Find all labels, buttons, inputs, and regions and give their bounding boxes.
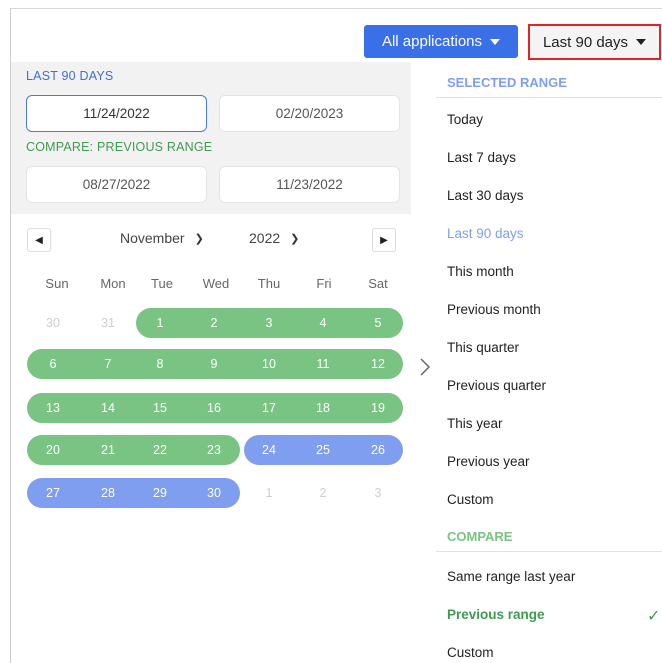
preset-last-90-days[interactable]: Last 90 days	[447, 226, 524, 241]
calendar-day[interactable]: 17	[241, 393, 297, 423]
preset-this-quarter[interactable]: This quarter	[447, 340, 519, 355]
calendar-day[interactable]: 3	[241, 308, 297, 338]
range-start-input[interactable]: 11/24/2022	[26, 95, 207, 132]
calendar-day[interactable]: 14	[80, 393, 136, 423]
all-applications-label: All applications	[381, 33, 483, 50]
date-range-label: Last 90 days	[542, 33, 629, 51]
range-title: LAST 90 DAYS	[26, 69, 114, 83]
preset-this-month[interactable]: This month	[447, 264, 514, 279]
calendar-day[interactable]: 18	[295, 393, 351, 423]
preset-previous-year[interactable]: Previous year	[447, 454, 530, 469]
caret-down-icon	[490, 38, 501, 45]
compare-start-input[interactable]: 08/27/2022	[26, 166, 207, 203]
prev-month-button[interactable]: ◀	[27, 228, 51, 252]
calendar-day[interactable]: 8	[132, 349, 188, 379]
caret-down-icon	[636, 39, 647, 45]
calendar-day[interactable]: 1	[132, 308, 188, 338]
weekday-label: Thu	[257, 276, 281, 291]
calendar-day[interactable]: 30	[25, 308, 81, 338]
preset-previous-quarter[interactable]: Previous quarter	[447, 378, 546, 393]
chevron-down-icon: ❯	[194, 232, 204, 245]
calendar-day[interactable]: 3	[350, 478, 406, 508]
compare-custom[interactable]: Custom	[447, 645, 494, 660]
preset-this-year[interactable]: This year	[447, 416, 503, 431]
month-select[interactable]: November ❯	[120, 230, 204, 246]
divider	[436, 551, 662, 552]
preset-previous-month[interactable]: Previous month	[447, 302, 541, 317]
calendar-day[interactable]: 31	[80, 308, 136, 338]
year-value: 2022	[249, 230, 281, 246]
compare-end-input[interactable]: 11/23/2022	[219, 166, 400, 203]
range-inputs-panel: LAST 90 DAYS 11/24/2022 02/20/2023 COMPA…	[11, 62, 411, 214]
preset-today[interactable]: Today	[447, 112, 483, 127]
calendar-day[interactable]: 11	[295, 349, 351, 379]
calendar-day[interactable]: 5	[350, 308, 406, 338]
preset-menu: SELECTED RANGE Today Last 7 days Last 30…	[436, 62, 662, 663]
compare-same-range-last-year[interactable]: Same range last year	[447, 569, 575, 584]
calendar-day[interactable]: 28	[80, 478, 136, 508]
calendar-day[interactable]: 2	[295, 478, 351, 508]
preset-last-30-days[interactable]: Last 30 days	[447, 188, 524, 203]
calendar-day[interactable]: 6	[25, 349, 81, 379]
prev-arrow-icon: ◀	[35, 234, 43, 246]
preset-custom[interactable]: Custom	[447, 492, 494, 507]
chevron-down-icon: ❯	[290, 232, 300, 245]
calendar-day[interactable]: 21	[80, 435, 136, 465]
calendar-day[interactable]: 16	[186, 393, 242, 423]
compare-heading: COMPARE	[447, 529, 513, 544]
weekday-label: Fri	[316, 276, 332, 291]
calendar-day[interactable]: 10	[241, 349, 297, 379]
weekday-label: Mon	[100, 276, 126, 291]
compare-title: COMPARE: PREVIOUS RANGE	[26, 140, 213, 154]
preset-last-7-days[interactable]: Last 7 days	[447, 150, 516, 165]
calendar-day[interactable]: 9	[186, 349, 242, 379]
calendar-day[interactable]: 29	[132, 478, 188, 508]
checkmark-icon: ✓	[647, 608, 661, 625]
calendar-day[interactable]: 23	[186, 435, 242, 465]
month-value: November	[120, 230, 185, 246]
calendar-day[interactable]: 4	[295, 308, 351, 338]
weekday-label: Sat	[368, 276, 388, 291]
calendar-day[interactable]: 15	[132, 393, 188, 423]
calendar-day[interactable]: 30	[186, 478, 242, 508]
next-month-button[interactable]: ▶	[372, 228, 396, 252]
next-arrow-icon: ▶	[380, 234, 388, 246]
year-select[interactable]: 2022 ❯	[249, 230, 299, 246]
date-range-dropdown[interactable]: Last 90 days	[528, 24, 661, 60]
calendar-day[interactable]: 12	[350, 349, 406, 379]
panel-top-border	[10, 8, 662, 9]
calendar-day[interactable]: 22	[132, 435, 188, 465]
calendar-day[interactable]: 20	[25, 435, 81, 465]
all-applications-dropdown[interactable]: All applications	[364, 25, 518, 58]
calendar-navigation: ◀ November ❯ 2022 ❯ ▶	[27, 225, 401, 255]
compare-previous-range[interactable]: Previous range	[447, 607, 545, 622]
chevron-right-icon[interactable]	[418, 357, 432, 377]
selected-range-heading: SELECTED RANGE	[447, 75, 567, 90]
divider	[436, 97, 662, 98]
calendar-day[interactable]: 25	[295, 435, 351, 465]
calendar-day[interactable]: 19	[350, 393, 406, 423]
weekday-label: Sun	[45, 276, 69, 291]
calendar-day[interactable]: 1	[241, 478, 297, 508]
calendar-day[interactable]: 27	[25, 478, 81, 508]
calendar-day[interactable]: 13	[25, 393, 81, 423]
calendar-day[interactable]: 26	[350, 435, 406, 465]
calendar-day[interactable]: 7	[80, 349, 136, 379]
calendar-day[interactable]: 2	[186, 308, 242, 338]
calendar-day[interactable]: 24	[241, 435, 297, 465]
weekday-label: Wed	[202, 276, 230, 291]
range-end-input[interactable]: 02/20/2023	[219, 95, 400, 132]
weekday-label: Tue	[151, 276, 173, 291]
